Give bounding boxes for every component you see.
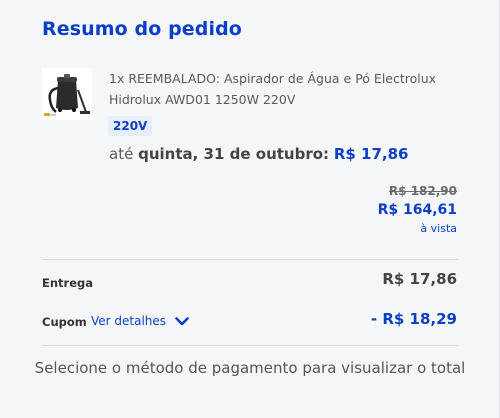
divider	[42, 345, 458, 346]
payment-note: à vista	[420, 222, 457, 235]
delivery-date: quinta, 31 de outubro:	[138, 145, 330, 163]
voltage-badge: 220V	[108, 116, 153, 136]
coupon-label: Cupom	[42, 315, 87, 329]
coupon-details-toggle[interactable]: Ver detalhes	[91, 314, 189, 328]
original-price: R$ 182,90	[388, 184, 457, 198]
order-summary-title: Resumo do pedido	[42, 18, 242, 40]
delivery-price: R$ 17,86	[333, 145, 409, 163]
product-image[interactable]	[42, 68, 92, 120]
coupon-discount: - R$ 18,29	[370, 310, 457, 328]
payment-method-hint: Selecione o método de pagamento para vis…	[34, 359, 466, 377]
order-summary-card: Resumo do pedido 1x REEMBALADO: Aspirado…	[0, 0, 500, 418]
delivery-label: Entrega	[42, 276, 94, 290]
delivery-estimate: até quinta, 31 de outubro: R$ 17,86	[109, 145, 408, 163]
coupon-details-link[interactable]: Ver detalhes	[91, 314, 166, 328]
discounted-price: R$ 164,61	[377, 202, 457, 218]
vacuum-cleaner-icon	[42, 68, 92, 120]
chevron-down-icon[interactable]	[175, 316, 189, 326]
product-name: 1x REEMBALADO: Aspirador de Água e Pó El…	[109, 71, 437, 107]
delivery-prefix: até	[109, 145, 134, 163]
divider	[42, 259, 458, 260]
delivery-total: R$ 17,86	[382, 270, 457, 288]
